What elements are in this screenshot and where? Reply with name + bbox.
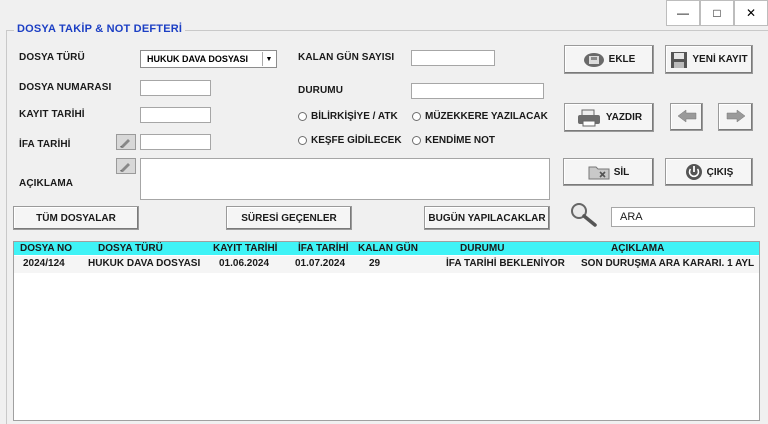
- maximize-button[interactable]: □: [700, 0, 734, 26]
- header-kalan-gun: KALAN GÜN: [358, 243, 418, 254]
- cell-aciklama: SON DURUŞMA ARA KARARI. 1 AYL: [581, 258, 755, 269]
- chevron-down-icon[interactable]: ▼: [262, 52, 275, 66]
- radio-kesfe[interactable]: KEŞFE GİDİLECEK: [298, 135, 402, 146]
- sil-label: SİL: [613, 166, 630, 178]
- header-dosya-turu: DOSYA TÜRÜ: [98, 243, 163, 254]
- yazdir-button[interactable]: YAZDIR: [564, 103, 654, 132]
- aciklama-label: AÇIKLAMA: [19, 178, 74, 189]
- edit-date-icon[interactable]: [116, 134, 136, 150]
- close-button[interactable]: ✕: [734, 0, 768, 26]
- radio-dot[interactable]: [298, 136, 307, 145]
- tum-dosyalar-button[interactable]: TÜM DOSYALAR: [13, 206, 139, 230]
- kalan-gun-input[interactable]: [411, 50, 495, 66]
- radio-bilirkisiye-label: BİLİRKİŞİYE / ATK: [311, 111, 398, 122]
- dosya-turu-value: HUKUK DAVA DOSYASI: [147, 54, 249, 64]
- cikis-label: ÇIKIŞ: [706, 166, 734, 178]
- radio-dot[interactable]: [412, 136, 421, 145]
- suresi-gecenler-button[interactable]: SÜRESİ GEÇENLER: [226, 206, 352, 230]
- radio-dot[interactable]: [412, 112, 421, 121]
- radio-kendime-label: KENDİME NOT: [425, 135, 495, 146]
- minimize-button[interactable]: —: [666, 0, 700, 26]
- cell-dosya-no: 2024/124: [23, 258, 65, 269]
- yeni-kayit-button[interactable]: YENİ KAYIT: [665, 45, 753, 74]
- save-disk-icon: [583, 52, 605, 68]
- dosya-turu-label: DOSYA TÜRÜ: [19, 52, 85, 63]
- cikis-button[interactable]: ÇIKIŞ: [665, 158, 753, 186]
- power-icon: [685, 163, 703, 181]
- dosya-turu-select[interactable]: HUKUK DAVA DOSYASI ▼: [140, 50, 277, 68]
- records-list[interactable]: DOSYA NO DOSYA TÜRÜ KAYIT TARİHİ İFA TAR…: [13, 241, 760, 421]
- header-dosya-no: DOSYA NO: [20, 243, 73, 254]
- header-aciklama: AÇIKLAMA: [611, 243, 665, 254]
- ifa-tarihi-label: İFA TARİHİ: [19, 139, 71, 150]
- printer-icon: [576, 109, 602, 127]
- yeni-kayit-label: YENİ KAYIT: [692, 54, 748, 65]
- bugun-yapilacaklar-button[interactable]: BUGÜN YAPILACAKLAR: [424, 206, 550, 230]
- radio-dot[interactable]: [298, 112, 307, 121]
- aciklama-textarea[interactable]: [140, 158, 550, 200]
- previous-record-button[interactable]: [670, 103, 703, 131]
- delete-folder-icon: [588, 164, 610, 180]
- next-record-button[interactable]: [718, 103, 753, 131]
- edit-note-icon[interactable]: [116, 158, 136, 174]
- table-row[interactable]: 2024/124 HUKUK DAVA DOSYASI 01.06.2024 0…: [14, 256, 759, 273]
- kalan-gun-label: KALAN GÜN SAYISI: [298, 52, 395, 63]
- dosya-numarasi-label: DOSYA NUMARASI: [19, 82, 112, 93]
- cell-ifa-tarihi: 01.07.2024: [295, 258, 346, 269]
- header-ifa-tarihi: İFA TARİHİ: [298, 243, 349, 254]
- search-icon: [568, 201, 598, 232]
- yazdir-label: YAZDIR: [605, 112, 643, 123]
- cell-kayit-tarihi: 01.06.2024: [219, 258, 270, 269]
- durumu-input[interactable]: [411, 83, 544, 99]
- cell-kalan-gun: 29: [369, 258, 381, 269]
- arrow-left-icon: [677, 109, 697, 126]
- header-durumu: DURUMU: [460, 243, 505, 254]
- radio-muzekkere-label: MÜZEKKERE YAZILACAK: [425, 111, 548, 122]
- floppy-icon: [670, 51, 688, 69]
- sil-button[interactable]: SİL: [563, 158, 654, 186]
- kayit-tarihi-input[interactable]: [140, 107, 211, 123]
- frame-title: DOSYA TAKİP & NOT DEFTERİ: [14, 23, 186, 35]
- search-input[interactable]: ARA: [611, 207, 755, 227]
- durumu-label: DURUMU: [298, 85, 344, 96]
- radio-bilirkisiye[interactable]: BİLİRKİŞİYE / ATK: [298, 111, 398, 122]
- cell-durumu: İFA TARİHİ BEKLENİYOR: [446, 258, 565, 269]
- radio-muzekkere[interactable]: MÜZEKKERE YAZILACAK: [412, 111, 548, 122]
- header-kayit-tarihi: KAYIT TARİHİ: [213, 243, 278, 254]
- arrow-right-icon: [726, 109, 746, 126]
- ekle-button[interactable]: EKLE: [564, 45, 654, 74]
- ifa-tarihi-input[interactable]: [140, 134, 211, 150]
- radio-kendime[interactable]: KENDİME NOT: [412, 135, 495, 146]
- kayit-tarihi-label: KAYIT TARİHİ: [19, 109, 85, 120]
- cell-dosya-turu: HUKUK DAVA DOSYASI: [88, 258, 201, 269]
- ekle-label: EKLE: [608, 54, 636, 65]
- list-header: DOSYA NO DOSYA TÜRÜ KAYIT TARİHİ İFA TAR…: [14, 242, 759, 255]
- radio-kesfe-label: KEŞFE GİDİLECEK: [311, 135, 402, 146]
- dosya-numarasi-input[interactable]: [140, 80, 211, 96]
